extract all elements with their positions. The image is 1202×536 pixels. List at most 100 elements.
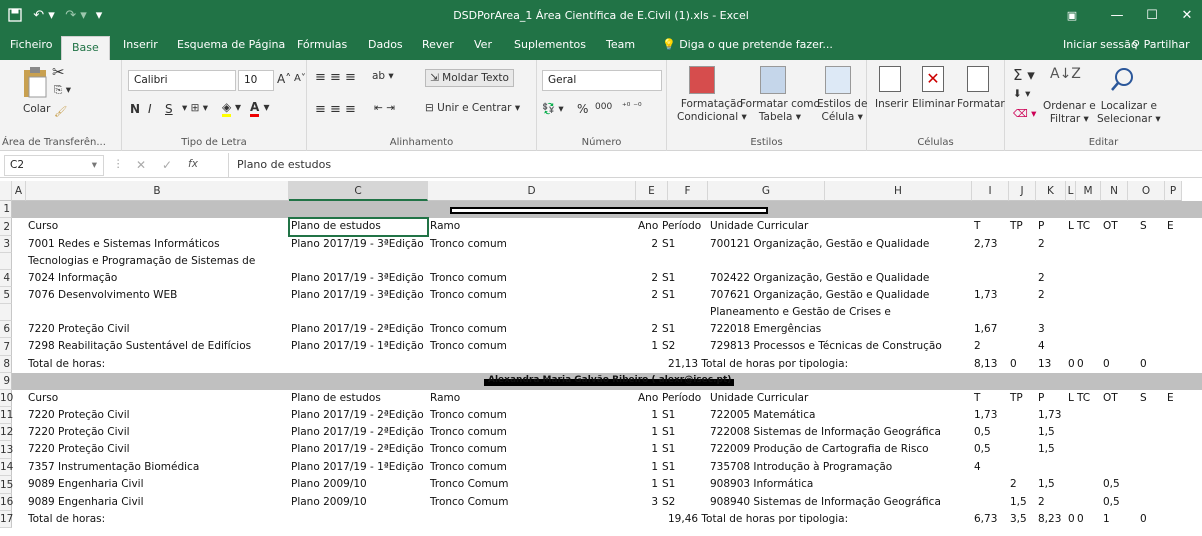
format-table-icon[interactable] [760, 66, 786, 94]
cell-j[interactable]: 0 [1010, 356, 1017, 373]
borders-icon[interactable]: ▾ ⊞ ▾ [182, 102, 208, 114]
column-header-b[interactable]: B [26, 181, 289, 201]
cell-p[interactable]: E [1167, 218, 1174, 235]
cell-n[interactable]: 0,5 [1103, 476, 1120, 493]
percent-button[interactable]: % [577, 102, 588, 116]
row-header[interactable]: 12 [0, 424, 13, 441]
row-header[interactable]: 2 [0, 218, 12, 236]
format-cells-icon[interactable] [967, 66, 989, 92]
format-cells-button[interactable]: Formatar [957, 98, 1005, 110]
conditional-format-button[interactable]: Formatação Condicional ▾ [677, 98, 747, 124]
cell-o[interactable]: 0 [1140, 356, 1147, 373]
cell-a[interactable]: Tecnologias e Programação de Sistemas de [28, 253, 255, 270]
column-header-h[interactable]: H [825, 181, 972, 201]
cell-f[interactable]: Período [662, 218, 701, 235]
cell-k[interactable]: 13 [1038, 356, 1051, 373]
column-header-g[interactable]: G [708, 181, 825, 201]
cell-j[interactable]: TP [1010, 218, 1023, 235]
cell-a[interactable]: Curso [28, 218, 58, 235]
cell-g[interactable]: 722018 Emergências [710, 321, 821, 338]
row-header[interactable] [0, 304, 12, 321]
selected-cell-c2[interactable] [288, 217, 429, 237]
decimal-icon[interactable]: ⁺⁰ ⁻⁰ [622, 102, 642, 112]
row-header[interactable]: 9 [0, 373, 12, 390]
cell-g[interactable]: 21,13 Total de horas por tipologia: [668, 356, 848, 373]
cell-e[interactable]: 2 [638, 287, 658, 304]
column-header-d[interactable]: D [428, 181, 636, 201]
cell-g[interactable]: 702422 Organização, Gestão e Qualidade [710, 270, 929, 287]
cell-i[interactable]: 6,73 [974, 511, 997, 528]
row-header[interactable]: 5 [0, 287, 12, 304]
cell-e[interactable]: 1 [638, 424, 658, 441]
undo-icon[interactable]: ↶ ▾ [28, 0, 60, 31]
tab-team[interactable]: Team [604, 31, 637, 60]
cell-a[interactable]: 7220 Proteção Civil [28, 424, 130, 441]
cell-f[interactable]: Período [662, 390, 701, 407]
tab-base[interactable]: Base [61, 36, 110, 60]
cell-d[interactable]: Tronco comum [430, 338, 507, 355]
tab-suplementos[interactable]: Suplementos [512, 31, 588, 60]
cell-a[interactable]: 7001 Redes e Sistemas Informáticos [28, 236, 220, 253]
cell-i[interactable]: 8,13 [974, 356, 997, 373]
cell-c[interactable]: Plano 2017/19 - 1ªEdição [291, 459, 424, 476]
tab-rever[interactable]: Rever [420, 31, 456, 60]
cell-styles-button[interactable]: Estilos de Célula ▾ [817, 98, 867, 124]
cell-styles-icon[interactable] [825, 66, 851, 94]
cell-e[interactable]: 1 [638, 476, 658, 493]
cell-f[interactable]: S2 [662, 338, 675, 355]
cell-i[interactable]: T [974, 390, 980, 407]
row-header[interactable]: 14 [0, 459, 13, 476]
cell-m[interactable]: TC [1077, 218, 1090, 235]
italic-button[interactable]: I [148, 102, 152, 116]
bold-button[interactable]: N [130, 102, 140, 116]
tab-dados[interactable]: Dados [366, 31, 405, 60]
fill-icon[interactable]: ⬇ ▾ [1013, 88, 1030, 100]
cell-n[interactable]: 1 [1103, 511, 1110, 528]
row-header[interactable]: 6 [0, 321, 12, 338]
format-table-button[interactable]: Formatar como Tabela ▾ [740, 98, 820, 124]
cell-o[interactable]: S [1140, 390, 1147, 407]
minimize-icon[interactable]: — [1105, 0, 1129, 31]
cell-k[interactable]: 1,73 [1038, 407, 1061, 424]
column-header-i[interactable]: I [972, 181, 1009, 201]
cell-n[interactable]: OT [1103, 390, 1118, 407]
cell-l[interactable]: 0 [1068, 511, 1075, 528]
cancel-icon[interactable]: ✕ [136, 158, 146, 172]
close-icon[interactable]: ✕ [1175, 0, 1199, 31]
cell-j[interactable]: 1,5 [1010, 494, 1027, 511]
delete-cells-button[interactable]: Eliminar [912, 98, 955, 110]
row-header[interactable]: 11 [0, 407, 13, 424]
cell-g[interactable]: 722008 Sistemas de Informação Geográfica [710, 424, 941, 441]
cell-c[interactable]: Plano 2017/19 - 3ªEdição [291, 270, 424, 287]
signin-link[interactable]: Iniciar sessão [1061, 31, 1140, 60]
insert-function-icon[interactable]: fx [188, 158, 198, 170]
indent-icon[interactable]: ⇤ ⇥ [374, 102, 395, 114]
cell-c[interactable]: Plano 2017/19 - 2ªEdição [291, 407, 424, 424]
cell-f[interactable]: S1 [662, 424, 675, 441]
font-name-select[interactable]: Calibri [128, 70, 236, 91]
share-button[interactable]: ⚲ Partilhar [1130, 31, 1192, 60]
cell-f[interactable]: S1 [662, 287, 675, 304]
cell-o[interactable]: 0 [1140, 511, 1147, 528]
cell-i[interactable]: 4 [974, 459, 981, 476]
cell-i[interactable]: T [974, 218, 980, 235]
cell-f[interactable]: S1 [662, 476, 675, 493]
cell-g[interactable]: 722005 Matemática [710, 407, 815, 424]
cell-k[interactable]: P [1038, 390, 1044, 407]
copy-icon[interactable]: ⎘ ▾ [54, 84, 71, 97]
select-all[interactable] [0, 181, 12, 201]
save-icon[interactable] [6, 0, 24, 31]
cell-a[interactable]: 7024 Informação [28, 270, 117, 287]
cell-m[interactable]: 0 [1077, 511, 1084, 528]
column-header-a[interactable]: A [12, 181, 26, 201]
cell-f[interactable]: S1 [662, 407, 675, 424]
merge-center-button[interactable]: ⊟ Unir e Centrar ▾ [425, 102, 520, 114]
maximize-icon[interactable]: ☐ [1140, 0, 1164, 31]
cut-icon[interactable]: ✂ [52, 63, 65, 81]
cell-e[interactable]: 1 [638, 459, 658, 476]
underline-button[interactable]: S [165, 102, 173, 116]
cell-k[interactable]: 2 [1038, 287, 1045, 304]
cell-d[interactable]: Ramo [430, 218, 460, 235]
cell-a[interactable]: 7220 Proteção Civil [28, 441, 130, 458]
column-header-l[interactable]: L [1066, 181, 1076, 201]
